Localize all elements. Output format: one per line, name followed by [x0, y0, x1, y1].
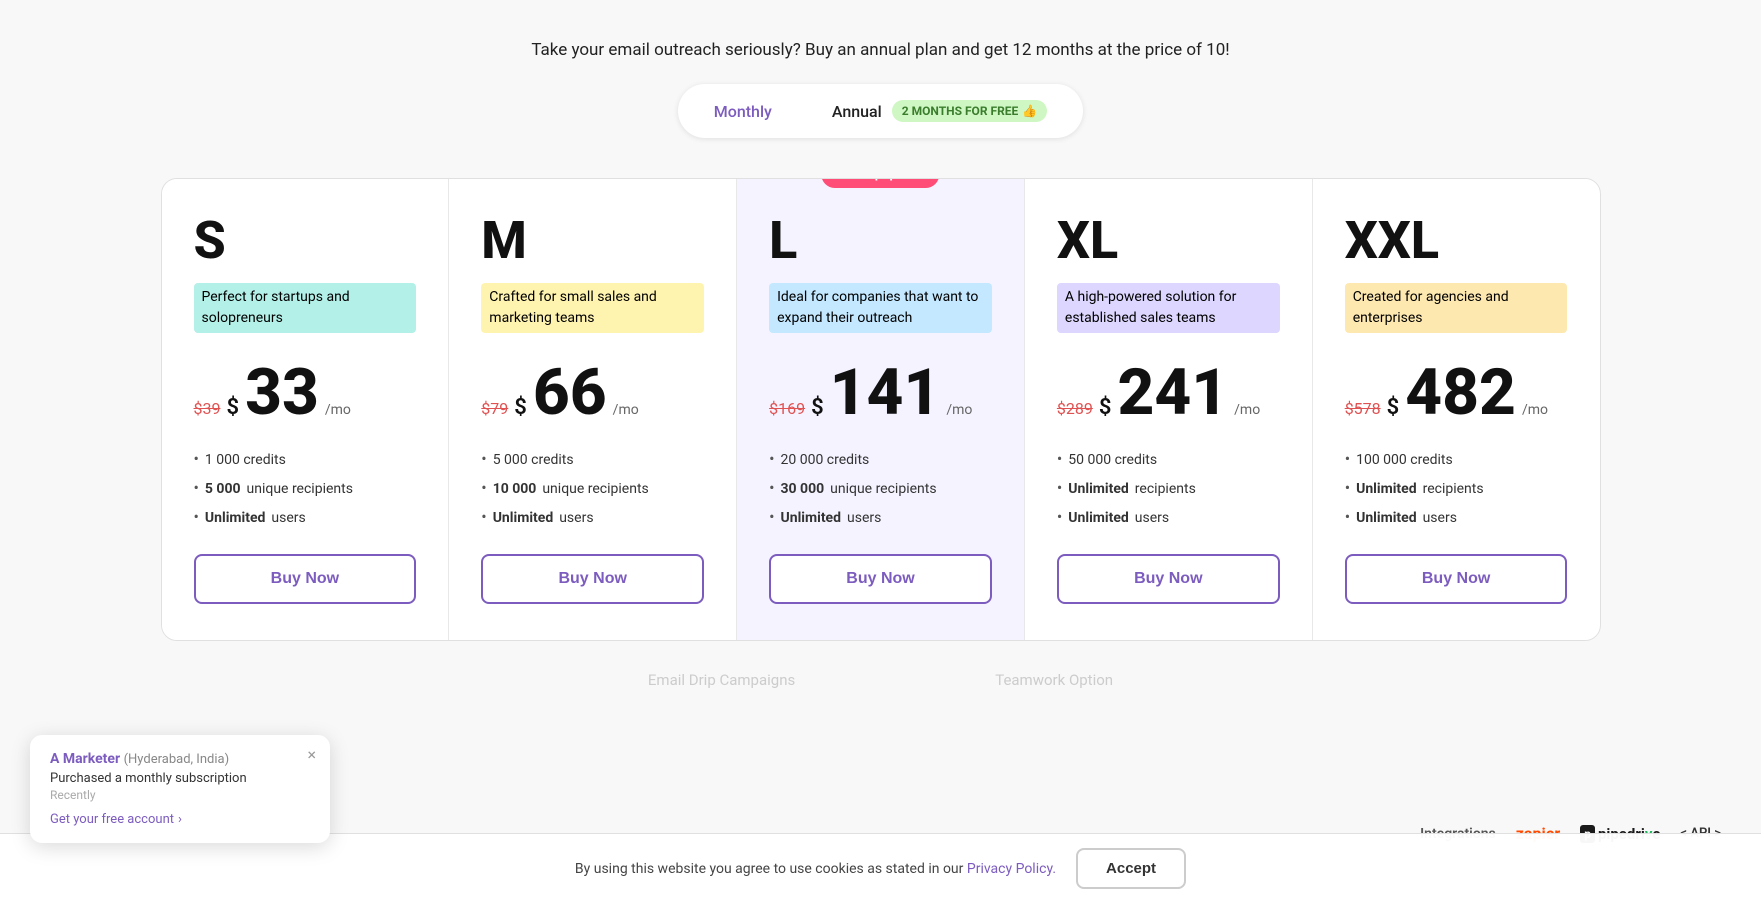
plan-name: L: [769, 215, 992, 267]
price-currency: $: [514, 397, 527, 419]
feature-item: 50 000 credits: [1057, 449, 1280, 468]
annual-badge: 2 MONTHS FOR FREE 👍: [892, 100, 1047, 122]
price-amount: 66: [533, 361, 607, 425]
monthly-toggle[interactable]: Monthly: [686, 92, 800, 131]
buy-button[interactable]: Buy Now: [1057, 554, 1280, 604]
feature-item: 5 000 credits: [481, 449, 704, 468]
section-label-drip: Email Drip Campaigns: [648, 671, 795, 689]
feature-item: Unlimited users: [481, 507, 704, 526]
feature-item: Unlimited users: [1345, 507, 1568, 526]
buy-button[interactable]: Buy Now: [1345, 554, 1568, 604]
feature-item: 1 000 credits: [194, 449, 417, 468]
price-amount: 241: [1117, 361, 1228, 425]
accept-button[interactable]: Accept: [1076, 848, 1186, 889]
feature-item: Unlimited users: [194, 507, 417, 526]
price-old: $578: [1345, 399, 1381, 418]
plan-desc: Crafted for small sales and marketing te…: [481, 283, 704, 333]
price-currency: $: [226, 397, 239, 419]
price-currency: $: [1387, 397, 1400, 419]
popup-free-account-link[interactable]: Get your free account ›: [50, 812, 310, 827]
price-row: $79 $ 66 /mo: [481, 361, 704, 425]
price-period: /mo: [325, 402, 351, 418]
features-list: 5 000 credits 10 000 unique recipients Unl…: [481, 449, 704, 526]
features-list: 1 000 credits 5 000 unique recipients Unli…: [194, 449, 417, 526]
annual-label: Annual: [832, 102, 882, 121]
section-labels-row: Email Drip Campaigns Teamwork Option: [0, 661, 1761, 699]
popup-user: A Marketer (Hyderabad, India): [50, 751, 310, 767]
price-row: $169 $ 141 /mo: [769, 361, 992, 425]
headline: Take your email outreach seriously? Buy …: [0, 40, 1761, 60]
plans-wrapper: S Perfect for startups and solopreneurs …: [162, 179, 1600, 640]
price-row: $289 $ 241 /mo: [1057, 361, 1280, 425]
section-label-teamwork: Teamwork Option: [995, 671, 1113, 689]
plan-desc: Created for agencies and enterprises: [1345, 283, 1568, 333]
buy-button[interactable]: Buy Now: [194, 554, 417, 604]
buy-button[interactable]: Buy Now: [481, 554, 704, 604]
feature-item: 30 000 unique recipients: [769, 478, 992, 497]
feature-item: Unlimited users: [1057, 507, 1280, 526]
price-amount: 141: [830, 361, 941, 425]
price-old: $39: [194, 399, 221, 418]
price-row: $39 $ 33 /mo: [194, 361, 417, 425]
plan-name: XL: [1057, 215, 1280, 267]
feature-item: Unlimited recipients: [1057, 478, 1280, 497]
privacy-policy-link[interactable]: Privacy Policy.: [967, 861, 1056, 877]
plans-section: S Perfect for startups and solopreneurs …: [0, 158, 1761, 661]
most-popular-badge: Most popular: [822, 178, 939, 188]
feature-item: 100 000 credits: [1345, 449, 1568, 468]
popup-user-location: (Hyderabad, India): [124, 752, 230, 767]
price-currency: $: [1099, 397, 1112, 419]
price-old: $289: [1057, 399, 1093, 418]
popup-user-name: A Marketer: [50, 751, 120, 767]
features-list: 50 000 credits Unlimited recipients Unlimi…: [1057, 449, 1280, 526]
plan-name: XXL: [1345, 215, 1568, 267]
plan-name: S: [194, 215, 417, 267]
plan-name: M: [481, 215, 704, 267]
price-amount: 33: [245, 361, 319, 425]
price-period: /mo: [946, 402, 972, 418]
plan-card-xxl: XXL Created for agencies and enterprises…: [1313, 179, 1600, 640]
features-list: 100 000 credits Unlimited recipients Unlim…: [1345, 449, 1568, 526]
buy-button[interactable]: Buy Now: [769, 554, 992, 604]
popup-action: Purchased a monthly subscription: [50, 771, 310, 786]
popup-card: × A Marketer (Hyderabad, India) Purchase…: [30, 735, 330, 843]
cookie-bar: By using this website you agree to use c…: [0, 833, 1761, 903]
price-currency: $: [811, 397, 824, 419]
price-old: $169: [769, 399, 805, 418]
price-old: $79: [481, 399, 508, 418]
top-section: Take your email outreach seriously? Buy …: [0, 0, 1761, 158]
plan-desc: A high-powered solution for established …: [1057, 283, 1280, 333]
plans-container: S Perfect for startups and solopreneurs …: [161, 178, 1601, 641]
feature-item: 20 000 credits: [769, 449, 992, 468]
popup-time: Recently: [50, 788, 310, 802]
price-amount: 482: [1405, 361, 1516, 425]
features-list: 20 000 credits 30 000 unique recipients Un…: [769, 449, 992, 526]
annual-toggle[interactable]: Annual 2 MONTHS FOR FREE 👍: [804, 90, 1075, 132]
price-period: /mo: [613, 402, 639, 418]
plan-card-l: Most popular L Ideal for companies that …: [737, 179, 1025, 640]
popup-close-button[interactable]: ×: [307, 745, 316, 764]
feature-item: Unlimited users: [769, 507, 992, 526]
price-period: /mo: [1234, 402, 1260, 418]
plan-card-xl: XL A high-powered solution for establish…: [1025, 179, 1313, 640]
plan-card-s: S Perfect for startups and solopreneurs …: [162, 179, 450, 640]
billing-toggle: Monthly Annual 2 MONTHS FOR FREE 👍: [678, 84, 1083, 138]
page-wrapper: Take your email outreach seriously? Buy …: [0, 0, 1761, 903]
feature-item: 10 000 unique recipients: [481, 478, 704, 497]
plan-desc: Perfect for startups and solopreneurs: [194, 283, 417, 333]
feature-item: 5 000 unique recipients: [194, 478, 417, 497]
plan-desc: Ideal for companies that want to expand …: [769, 283, 992, 333]
price-period: /mo: [1522, 402, 1548, 418]
price-row: $578 $ 482 /mo: [1345, 361, 1568, 425]
feature-item: Unlimited recipients: [1345, 478, 1568, 497]
plan-card-m: M Crafted for small sales and marketing …: [449, 179, 737, 640]
cookie-text: By using this website you agree to use c…: [575, 861, 967, 877]
